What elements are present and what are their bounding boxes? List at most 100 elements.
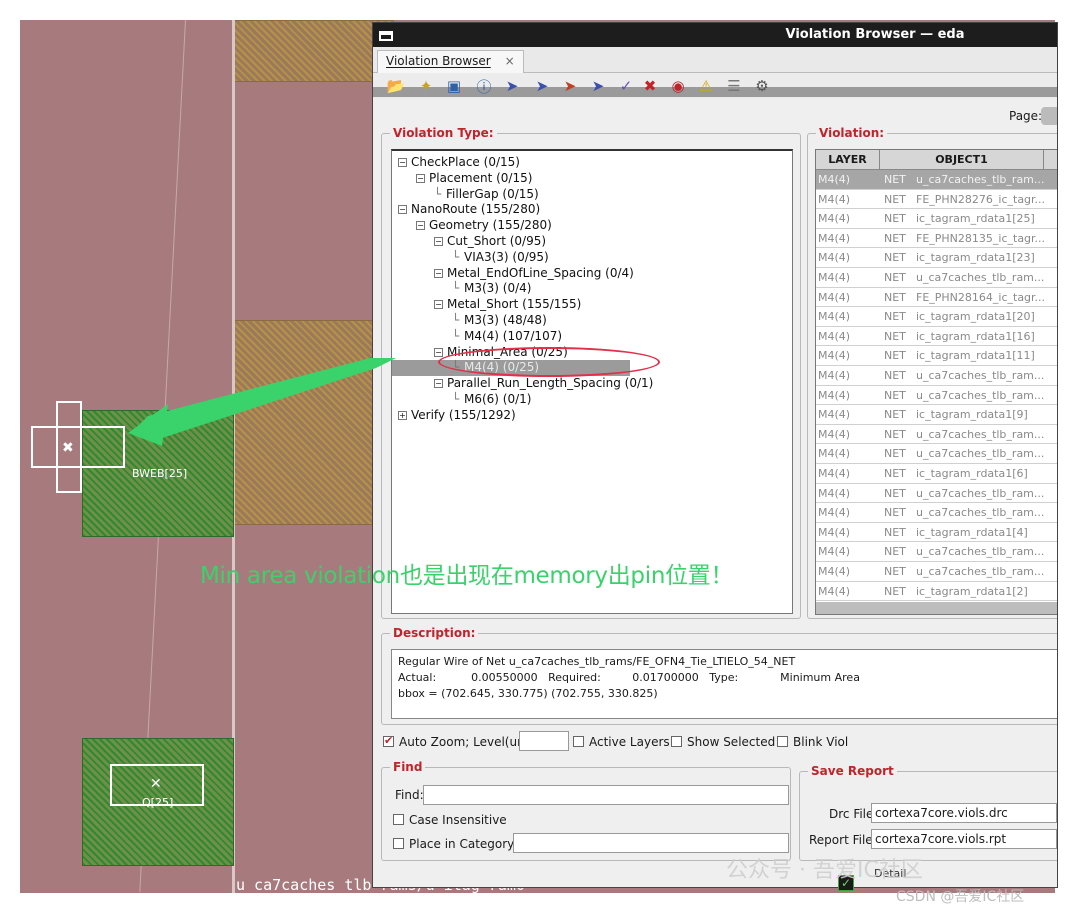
table-row[interactable]: M4(4) NET FE_PHN28135_ic_tagr... [816, 229, 1057, 249]
tree-item[interactable]: + Verify (155/1292) [398, 408, 516, 424]
violation-table[interactable]: LAYER OBJECT1 M4(4) NET u_ca7caches_tlb_ra… [815, 149, 1057, 615]
case-insensitive-box[interactable] [393, 814, 404, 825]
collapse-icon[interactable]: − [398, 205, 407, 215]
cell-object: u_ca7caches_tlb_ram... [916, 271, 1045, 284]
table-row[interactable]: M4(4) NET FE_PHN28276_ic_tagr... [816, 190, 1057, 210]
table-row[interactable]: M4(4) NET ic_tagram_rdata1[20] [816, 307, 1057, 327]
cell-layer: M4(4) [818, 467, 851, 480]
stop-icon[interactable]: ◉ [667, 75, 689, 97]
case-insensitive-checkbox[interactable]: Case Insensitive [393, 813, 507, 827]
info-icon[interactable]: ⓘ [473, 75, 495, 97]
collapse-icon[interactable]: − [398, 158, 407, 167]
auto-zoom-checkbox[interactable]: Auto Zoom; Level(um) [383, 734, 533, 749]
table-row[interactable]: M4(4) NET u_ca7caches_tlb_ram... [816, 562, 1057, 582]
violation-type-tree[interactable]: − CheckPlace (0/15) − Placement (0/15) └ Fill… [391, 149, 793, 614]
category-input[interactable] [513, 833, 789, 853]
warning-icon[interactable]: ⚠ [695, 75, 717, 97]
probe-icon[interactable]: ➤ [501, 75, 523, 97]
fix-icon[interactable]: ➤ [587, 75, 609, 97]
tree-item[interactable]: └ M6(6) (0/1) [452, 392, 531, 408]
table-row[interactable]: M4(4) NET u_ca7caches_tlb_ram... [816, 503, 1057, 523]
active-layers-box[interactable] [573, 736, 584, 747]
table-row[interactable]: M4(4) NET ic_tagram_rdata1[11] [816, 346, 1057, 366]
cell-type: NET [884, 349, 906, 363]
page-selector[interactable] [1041, 107, 1057, 125]
table-row[interactable]: M4(4) NET u_ca7caches_tlb_ram... [816, 170, 1057, 190]
collapse-icon[interactable]: − [434, 379, 443, 389]
find-title: Find [390, 760, 426, 774]
probe-prev-icon[interactable]: ➤ [559, 75, 581, 97]
blink-viol-box[interactable] [777, 736, 788, 747]
active-layers-checkbox[interactable]: Active Layers [573, 735, 670, 749]
tree-item[interactable]: − Metal_EndOfLine_Spacing (0/4) [434, 266, 634, 282]
auto-zoom-check-icon[interactable] [383, 734, 394, 747]
table-row[interactable]: M4(4) NET u_ca7caches_tlb_ram... [816, 366, 1057, 386]
table-row[interactable]: M4(4) NET u_ca7caches_tlb_ram... [816, 425, 1057, 445]
table-row[interactable]: M4(4) NET u_ca7caches_tlb_ram... [816, 268, 1057, 288]
table-row[interactable]: M4(4) NET ic_tagram_rdata1[25] [816, 209, 1057, 229]
find-input[interactable] [423, 785, 789, 805]
report-file-input[interactable]: cortexa7core.viols.rpt [871, 829, 1057, 849]
settings-icon[interactable]: ⚙ [751, 75, 773, 97]
tree-item[interactable]: − Geometry (155/280) [416, 218, 552, 234]
cell-type: NET [884, 369, 906, 382]
place-in-category-checkbox[interactable]: Place in Category [393, 837, 514, 851]
zoom-level-input[interactable] [519, 731, 569, 751]
tree-item[interactable]: └ M3(3) (0/4) [452, 281, 531, 297]
table-row[interactable]: M4(4) NET ic_tagram_rdata1[23] [816, 248, 1057, 268]
filter-icon[interactable]: ☰ [723, 75, 745, 97]
probe-next-icon[interactable]: ➤ [531, 75, 553, 97]
tree-item[interactable]: − Parallel_Run_Length_Spacing (0/1) [434, 376, 653, 392]
collapse-icon[interactable]: − [416, 173, 425, 183]
cell-layer: M4(4) [818, 290, 851, 304]
tree-item[interactable]: └ M4(4) (107/107) [452, 329, 562, 345]
table-horizontal-scrollbar[interactable] [816, 602, 1057, 614]
column-header-layer[interactable]: LAYER [816, 150, 880, 170]
tree-item[interactable]: − Metal_Short (155/155) [434, 297, 581, 313]
collapse-icon[interactable]: − [434, 347, 443, 357]
table-row[interactable]: M4(4) NET ic_tagram_rdata1[16] [816, 327, 1057, 347]
tree-item[interactable]: − NanoRoute (155/280) [398, 202, 540, 218]
cell-type: NET [884, 329, 906, 343]
table-row[interactable]: M4(4) NET u_ca7caches_tlb_ram... [816, 484, 1057, 504]
table-row[interactable]: M4(4) NET ic_tagram_rdata1[6] [816, 464, 1057, 484]
table-row[interactable]: M4(4) NET u_ca7caches_tlb_ram... [816, 444, 1057, 464]
cell-type: NET [884, 447, 906, 461]
tree-item[interactable]: − Placement (0/15) [416, 171, 532, 187]
collapse-icon[interactable]: − [434, 237, 443, 246]
tab-close-icon[interactable]: × [505, 54, 515, 68]
tab-violation-browser[interactable]: Violation Browser × [377, 50, 524, 73]
tree-item[interactable]: └ FillerGap (0/15) [434, 187, 539, 203]
table-row[interactable]: M4(4) NET ic_tagram_rdata1[9] [816, 405, 1057, 425]
wand-icon[interactable]: ✦ [415, 75, 437, 97]
cell-object: ic_tagram_rdata1[9] [916, 408, 1028, 422]
column-header-object1[interactable]: OBJECT1 [880, 150, 1044, 170]
tree-item[interactable]: − CheckPlace (0/15) [398, 155, 520, 171]
table-row[interactable]: M4(4) NET u_ca7caches_tlb_ram... [816, 542, 1057, 562]
collapse-icon[interactable]: − [434, 300, 443, 310]
blink-viol-checkbox[interactable]: Blink Viol [777, 735, 848, 749]
table-row[interactable]: M4(4) NET FE_PHN28164_ic_tagr... [816, 288, 1057, 308]
delete-icon[interactable]: ✖ [639, 75, 661, 97]
tree-item[interactable]: └ VIA3(3) (0/95) [452, 250, 549, 266]
show-selected-box[interactable] [671, 736, 682, 747]
drc-file-input[interactable]: cortexa7core.viols.drc [871, 803, 1057, 823]
window-titlebar[interactable]: Violation Browser — eda [373, 23, 1057, 47]
cell-layer: M4(4) [818, 231, 851, 245]
place-in-category-box[interactable] [393, 838, 404, 849]
collapse-icon[interactable]: − [416, 221, 425, 231]
show-selected-checkbox[interactable]: Show Selected [671, 735, 775, 749]
open-icon[interactable]: 📂 [385, 75, 407, 97]
tree-item[interactable]: └ M3(3) (48/48) [452, 313, 547, 329]
collapse-icon[interactable]: − [434, 268, 443, 278]
tree-item[interactable]: − Cut_Short (0/95) [434, 234, 546, 250]
table-row[interactable]: M4(4) NET ic_tagram_rdata1[2] [816, 582, 1057, 602]
expand-icon[interactable]: + [398, 410, 407, 420]
fix-all-icon[interactable]: ✓ [615, 75, 637, 97]
report-file-label: Report File: [809, 833, 877, 847]
cell-layer: M4(4) [818, 329, 851, 343]
cell-object: FE_PHN28164_ic_tagr... [916, 290, 1046, 304]
zoom-icon[interactable]: ▣ [443, 75, 465, 97]
table-row[interactable]: M4(4) NET ic_tagram_rdata1[4] [816, 523, 1057, 543]
table-row[interactable]: M4(4) NET u_ca7caches_tlb_ram... [816, 386, 1057, 406]
